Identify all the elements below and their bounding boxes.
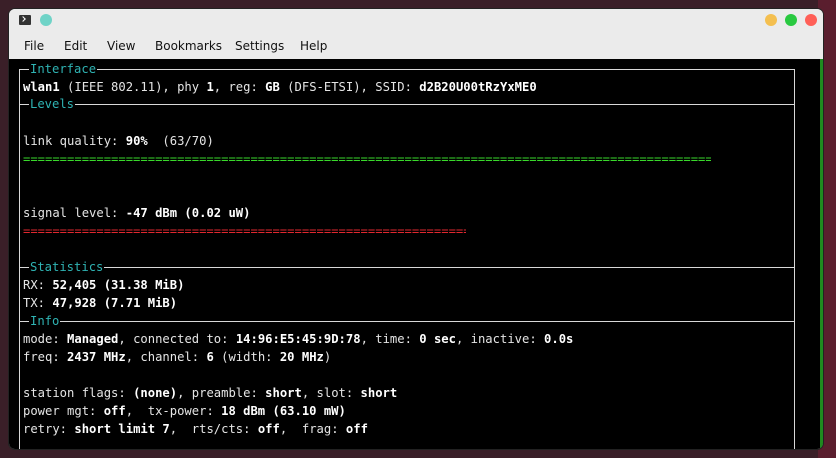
frame-top-border <box>19 69 795 70</box>
scrollbar[interactable] <box>820 59 823 449</box>
interface-line: wlan1 (IEEE 802.11), phy 1, reg: GB (DFS… <box>23 80 537 94</box>
close-button[interactable] <box>805 14 817 26</box>
mode-line: mode: Managed, connected to: 14:96:E5:45… <box>23 332 574 346</box>
section-statistics: Statistics <box>29 260 105 274</box>
frame-right-border <box>794 69 795 449</box>
signal-level-line: signal level: -47 dBm (0.02 uW) <box>23 206 251 220</box>
link-quality-bar: ========================================… <box>23 152 711 166</box>
maximize-button[interactable] <box>785 14 797 26</box>
section-interface: Interface <box>29 62 98 76</box>
status-dot-icon <box>40 14 52 26</box>
levels-divider <box>19 104 795 105</box>
frame-left-border <box>19 69 20 449</box>
menu-settings[interactable]: Settings <box>235 39 284 53</box>
title-bar[interactable] <box>9 9 823 35</box>
menu-view[interactable]: View <box>107 39 135 53</box>
terminal-output[interactable]: Interface wlan1 (IEEE 802.11), phy 1, re… <box>9 59 823 449</box>
signal-level-bar: ========================================… <box>23 224 466 238</box>
freq-line: freq: 2437 MHz, channel: 6 (width: 20 MH… <box>23 350 332 364</box>
link-quality-line: link quality: 90% (63/70) <box>23 134 214 148</box>
station-flags-line: station flags: (none), preamble: short, … <box>23 386 398 400</box>
menu-help[interactable]: Help <box>300 39 327 53</box>
info-divider <box>19 321 795 322</box>
terminal-icon <box>19 15 31 25</box>
statistics-divider <box>19 267 795 268</box>
retry-line: retry: short limit 7, rts/cts: off, frag… <box>23 422 368 436</box>
section-info: Info <box>29 314 61 328</box>
power-line: power mgt: off, tx-power: 18 dBm (63.10 … <box>23 404 346 418</box>
menu-bookmarks[interactable]: Bookmarks <box>155 39 222 53</box>
minimize-button[interactable] <box>765 14 777 26</box>
menu-edit[interactable]: Edit <box>64 39 87 53</box>
section-levels: Levels <box>29 97 76 111</box>
menu-bar: File Edit View Bookmarks Settings Help <box>9 35 823 59</box>
terminal-window: File Edit View Bookmarks Settings Help I… <box>9 9 823 449</box>
rx-line: RX: 52,405 (31.38 MiB) <box>23 278 185 292</box>
tx-line: TX: 47,928 (7.71 MiB) <box>23 296 178 310</box>
menu-file[interactable]: File <box>24 39 44 53</box>
